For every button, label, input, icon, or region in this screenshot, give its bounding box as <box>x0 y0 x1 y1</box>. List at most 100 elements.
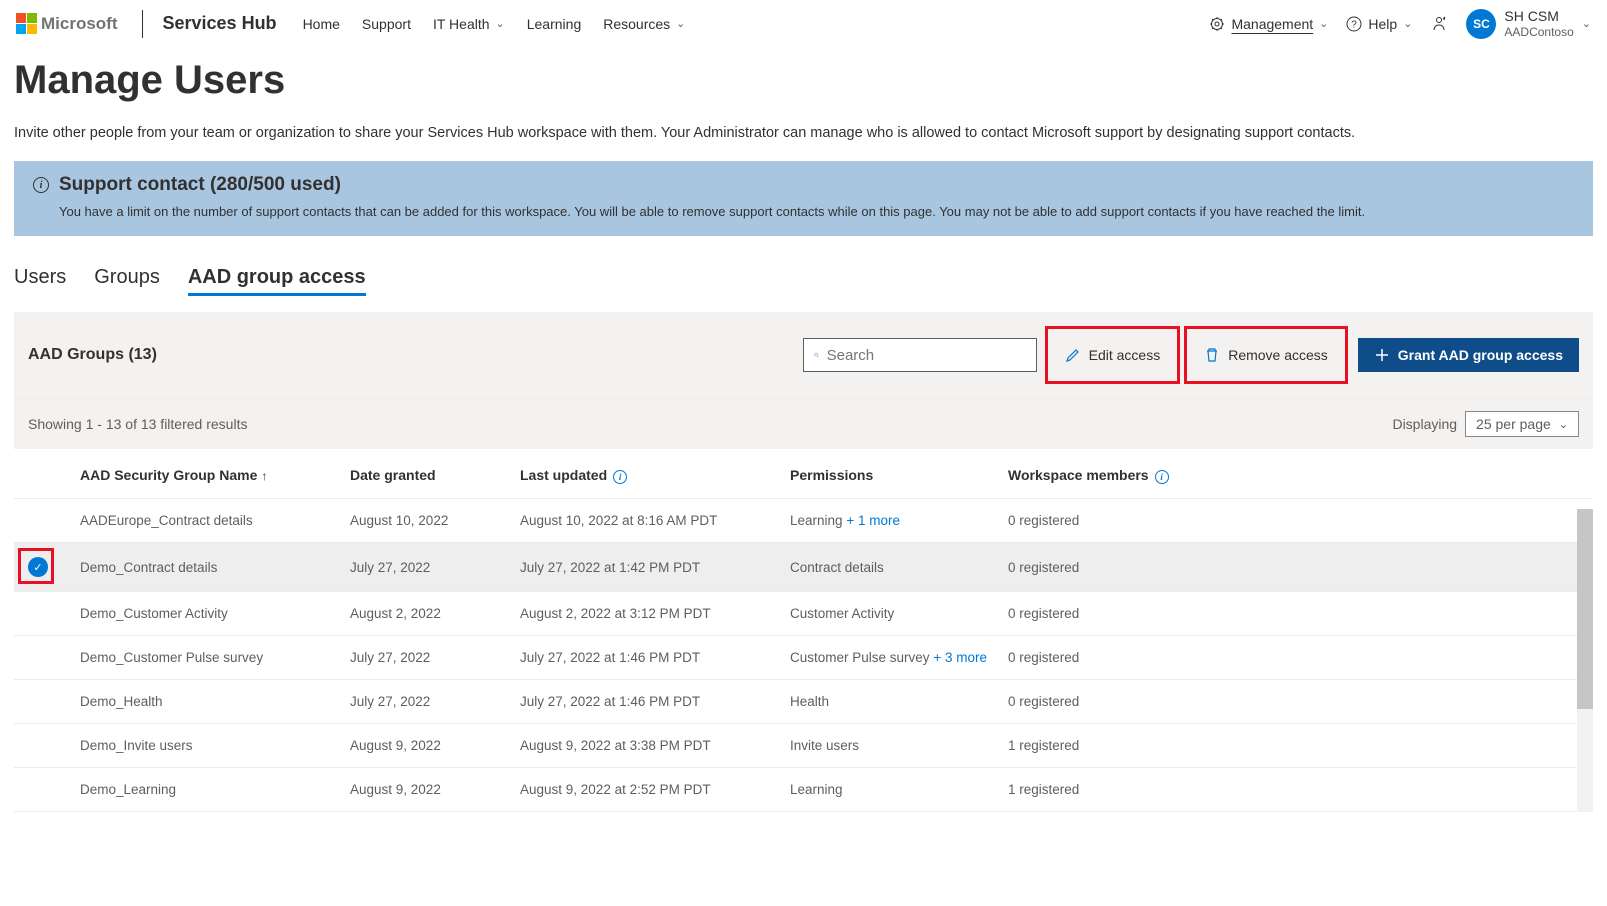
search-input[interactable] <box>827 347 1026 364</box>
chevron-down-icon: ⌄ <box>1582 17 1591 30</box>
column-name[interactable]: AAD Security Group Name↑ <box>80 467 350 484</box>
results-bar: Showing 1 - 13 of 13 filtered results Di… <box>14 398 1593 449</box>
cell-members: 1 registered <box>1008 738 1579 753</box>
grant-aad-group-access-button[interactable]: Grant AAD group access <box>1358 338 1579 372</box>
scrollbar[interactable] <box>1577 509 1593 812</box>
tab-groups[interactable]: Groups <box>94 266 160 296</box>
top-nav: Home Support IT Health⌄ Learning Resourc… <box>303 16 686 32</box>
aad-groups-title: AAD Groups (13) <box>28 346 157 364</box>
cell-date: August 2, 2022 <box>350 606 520 621</box>
table-row[interactable]: Demo_LearningAugust 9, 2022August 9, 202… <box>14 768 1593 812</box>
aad-groups-table: AAD Security Group Name↑ Date granted La… <box>14 449 1593 812</box>
table-row[interactable]: AADEurope_Contract details August 10, 202… <box>14 499 1593 543</box>
notifications-button[interactable] <box>1430 15 1448 33</box>
divider <box>142 10 143 38</box>
cell-updated: July 27, 2022 at 1:42 PM PDT <box>520 560 790 575</box>
cell-name: Demo_Learning <box>80 782 350 797</box>
right-nav: Management ⌄ ? Help ⌄ SC SH CSM AADConto… <box>1209 8 1591 39</box>
cell-updated: July 27, 2022 at 1:46 PM PDT <box>520 694 790 709</box>
chevron-down-icon: ⌄ <box>496 17 505 30</box>
table-row[interactable]: Demo_Invite usersAugust 9, 2022August 9,… <box>14 724 1593 768</box>
cell-updated: August 9, 2022 at 3:38 PM PDT <box>520 738 790 753</box>
pencil-icon <box>1065 347 1081 363</box>
remove-access-button[interactable]: Remove access <box>1190 338 1342 372</box>
microsoft-label: Microsoft <box>41 14 118 34</box>
edit-access-button[interactable]: Edit access <box>1051 338 1175 372</box>
info-icon: i <box>1155 470 1169 484</box>
nav-learning[interactable]: Learning <box>527 16 582 32</box>
banner-body: You have a limit on the number of suppor… <box>33 204 1574 219</box>
cell-members: 1 registered <box>1008 782 1579 797</box>
column-date[interactable]: Date granted <box>350 467 520 484</box>
cell-updated: August 10, 2022 at 8:16 AM PDT <box>520 513 790 528</box>
page-intro: Invite other people from your team or or… <box>14 125 1593 141</box>
more-permissions-link[interactable]: + 3 more <box>933 650 987 665</box>
info-icon: i <box>613 470 627 484</box>
cell-permissions: Contract details <box>790 560 1008 575</box>
column-members[interactable]: Workspace membersi <box>1008 467 1579 484</box>
banner-title: Support contact (280/500 used) <box>59 174 341 196</box>
cell-members: 0 registered <box>1008 560 1579 575</box>
tab-users[interactable]: Users <box>14 266 66 296</box>
search-icon <box>814 347 819 363</box>
cell-date: August 9, 2022 <box>350 738 520 753</box>
cell-updated: August 2, 2022 at 3:12 PM PDT <box>520 606 790 621</box>
top-header: Microsoft Services Hub Home Support IT H… <box>0 0 1607 48</box>
cell-name: Demo_Customer Activity <box>80 606 350 621</box>
chevron-down-icon: ⌄ <box>1403 17 1412 30</box>
more-permissions-link[interactable]: + 1 more <box>846 513 900 528</box>
results-showing: Showing 1 - 13 of 13 filtered results <box>28 416 247 432</box>
cell-date: August 9, 2022 <box>350 782 520 797</box>
management-menu[interactable]: Management ⌄ <box>1209 16 1328 32</box>
cell-name: Demo_Contract details <box>80 560 350 575</box>
info-icon: i <box>33 177 49 193</box>
nav-home[interactable]: Home <box>303 16 340 32</box>
cell-updated: July 27, 2022 at 1:46 PM PDT <box>520 650 790 665</box>
person-icon <box>1430 15 1448 33</box>
table-row[interactable]: ✓Demo_Contract detailsJuly 27, 2022July … <box>14 543 1593 592</box>
table-row[interactable]: Demo_Customer ActivityAugust 2, 2022Augu… <box>14 592 1593 636</box>
plus-icon <box>1374 347 1390 363</box>
sort-up-icon: ↑ <box>261 469 267 483</box>
cell-permissions: Health <box>790 694 1008 709</box>
toolbar: AAD Groups (13) Edit access Remove acces… <box>14 312 1593 398</box>
row-checkbox[interactable]: ✓ <box>28 557 80 577</box>
chevron-down-icon: ⌄ <box>1319 17 1328 30</box>
cell-name: AADEurope_Contract details <box>80 513 350 528</box>
table-row[interactable]: Demo_HealthJuly 27, 2022July 27, 2022 at… <box>14 680 1593 724</box>
displaying-label: Displaying <box>1392 416 1457 432</box>
nav-support[interactable]: Support <box>362 16 411 32</box>
nav-resources[interactable]: Resources⌄ <box>603 16 685 32</box>
highlight-edit-access: Edit access <box>1045 326 1181 384</box>
help-menu[interactable]: ? Help ⌄ <box>1346 16 1412 32</box>
services-hub-brand[interactable]: Services Hub <box>163 13 277 34</box>
account-org: AADContoso <box>1504 25 1573 39</box>
cell-members: 0 registered <box>1008 513 1579 528</box>
cell-name: Demo_Customer Pulse survey <box>80 650 350 665</box>
cell-updated: August 9, 2022 at 2:52 PM PDT <box>520 782 790 797</box>
cell-permissions: Invite users <box>790 738 1008 753</box>
account-menu[interactable]: SC SH CSM AADContoso ⌄ <box>1466 8 1591 39</box>
nav-it-health[interactable]: IT Health⌄ <box>433 16 505 32</box>
microsoft-logo[interactable]: Microsoft <box>16 13 118 34</box>
cell-date: July 27, 2022 <box>350 650 520 665</box>
column-updated[interactable]: Last updatedi <box>520 467 790 484</box>
cell-name: Demo_Invite users <box>80 738 350 753</box>
column-permissions[interactable]: Permissions <box>790 467 1008 484</box>
avatar: SC <box>1466 9 1496 39</box>
per-page-select[interactable]: 25 per page ⌄ <box>1465 411 1579 437</box>
tab-aad-group-access[interactable]: AAD group access <box>188 266 366 296</box>
search-box[interactable] <box>803 338 1037 372</box>
table-header: AAD Security Group Name↑ Date granted La… <box>14 449 1593 499</box>
table-row[interactable]: Demo_Customer Pulse surveyJuly 27, 2022J… <box>14 636 1593 680</box>
svg-text:?: ? <box>1352 19 1358 30</box>
cell-permissions: Learning <box>790 782 1008 797</box>
support-contact-banner: i Support contact (280/500 used) You hav… <box>14 161 1593 236</box>
tab-bar: Users Groups AAD group access <box>14 266 1593 296</box>
page-title: Manage Users <box>14 58 1593 103</box>
cell-date: July 27, 2022 <box>350 560 520 575</box>
trash-icon <box>1204 347 1220 363</box>
account-name: SH CSM <box>1504 8 1573 25</box>
chevron-down-icon: ⌄ <box>1559 418 1568 431</box>
cell-members: 0 registered <box>1008 650 1579 665</box>
